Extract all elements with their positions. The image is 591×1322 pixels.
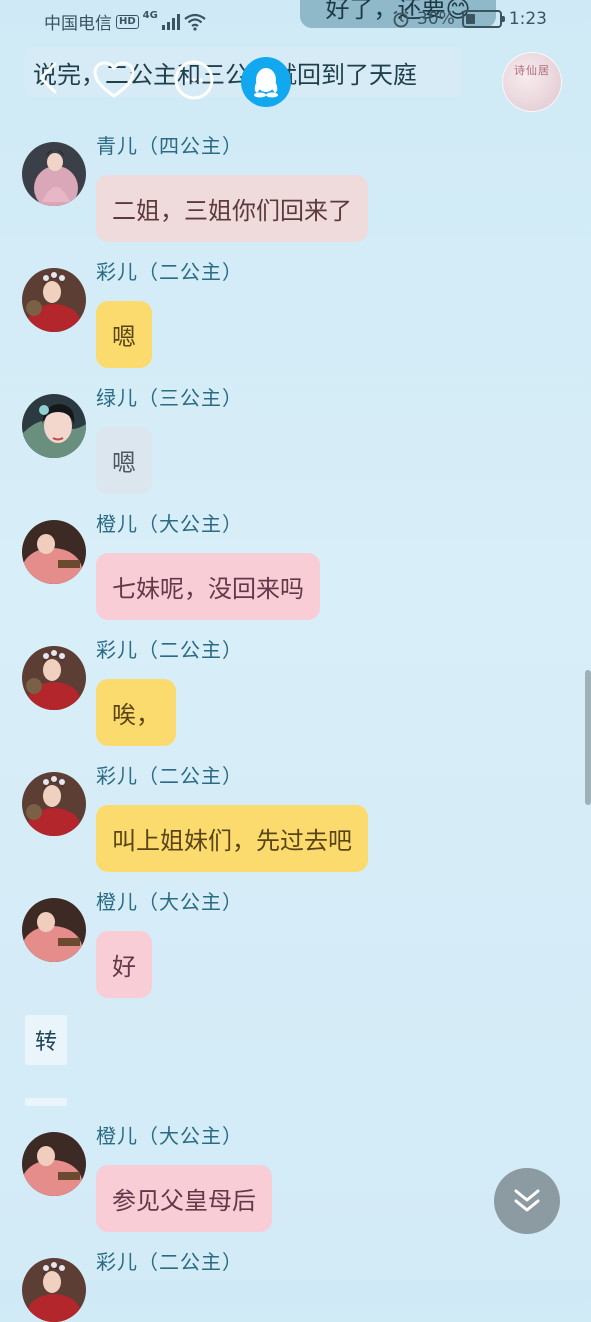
sender-name: 橙儿（大公主）: [96, 1124, 243, 1148]
status-bar: 中国电信 HD 4G 30% 1:23: [0, 0, 591, 40]
story-cover-thumbnail[interactable]: 诗仙居: [502, 52, 562, 112]
transition-note: 转: [25, 1015, 67, 1065]
carrier-name: 中国电信: [44, 14, 112, 34]
battery-icon: [461, 10, 505, 28]
message-text: 七妹呢，没回来吗: [112, 575, 304, 603]
sender-name: 绿儿（三公主）: [96, 386, 243, 410]
transition-note-text: 转: [34, 1030, 57, 1055]
message-text: 唉，: [112, 701, 160, 729]
sender-name: 彩儿（二公主）: [96, 638, 243, 662]
message-text: 嗯: [112, 449, 136, 477]
sender-name: 青儿（四公主）: [96, 134, 243, 158]
hd-badge: HD: [116, 14, 139, 29]
message-bubble[interactable]: 嗯: [96, 301, 152, 368]
message-bubble[interactable]: 七妹呢，没回来吗: [96, 553, 320, 620]
avatar-cai[interactable]: [22, 772, 86, 836]
avatar-qing[interactable]: [22, 142, 86, 206]
message-text: 好: [112, 953, 136, 981]
message-text: 参见父皇母后: [112, 1187, 256, 1215]
clock: 1:23: [508, 9, 547, 29]
message-bubble[interactable]: 参见父皇母后: [96, 1165, 272, 1232]
avatar-cai[interactable]: [22, 268, 86, 332]
avatar-cheng[interactable]: [22, 520, 86, 584]
message-text: 嗯: [112, 323, 136, 351]
alarm-icon: [393, 10, 409, 28]
message-bubble[interactable]: 嗯: [96, 427, 152, 494]
avatar-cai[interactable]: [22, 646, 86, 710]
message-bubble[interactable]: 叫上姐妹们，先过去吧: [96, 805, 368, 872]
message-bubble[interactable]: 好: [96, 931, 152, 998]
wifi-icon: [184, 13, 206, 31]
network-type: 4G: [142, 10, 158, 21]
top-action-bar: 诗仙居: [0, 50, 591, 112]
avatar-cheng[interactable]: [22, 1132, 86, 1196]
comment-icon[interactable]: [172, 58, 216, 102]
status-right: 30% 1:23: [392, 9, 547, 29]
cover-thumb-text: 诗仙居: [514, 64, 550, 77]
sender-name: 彩儿（二公主）: [96, 764, 243, 788]
status-left: 中国电信 HD 4G: [44, 9, 206, 34]
heart-icon[interactable]: [92, 60, 136, 100]
divider: [25, 1098, 67, 1106]
message-bubble[interactable]: 二姐，三姐你们回来了: [96, 175, 368, 242]
sender-name: 橙儿（大公主）: [96, 890, 243, 914]
scrollbar[interactable]: [585, 670, 591, 805]
sender-name: 彩儿（二公主）: [96, 260, 243, 284]
avatar-lv[interactable]: [22, 394, 86, 458]
avatar-cai[interactable]: [22, 1258, 86, 1322]
sender-name: 橙儿（大公主）: [96, 512, 243, 536]
message-bubble[interactable]: 唉，: [96, 679, 176, 746]
message-text: 二姐，三姐你们回来了: [112, 197, 352, 225]
sender-name: 彩儿（二公主）: [96, 1250, 243, 1274]
avatar-cheng[interactable]: [22, 898, 86, 962]
battery-percent: 30%: [417, 9, 455, 29]
back-icon[interactable]: [30, 60, 66, 96]
battery-level: [465, 14, 476, 24]
message-text: 叫上姐妹们，先过去吧: [112, 827, 352, 855]
signal-icon: [161, 13, 180, 30]
double-chevron-down-icon[interactable]: [494, 1168, 560, 1234]
qq-penguin-icon[interactable]: [241, 57, 291, 107]
